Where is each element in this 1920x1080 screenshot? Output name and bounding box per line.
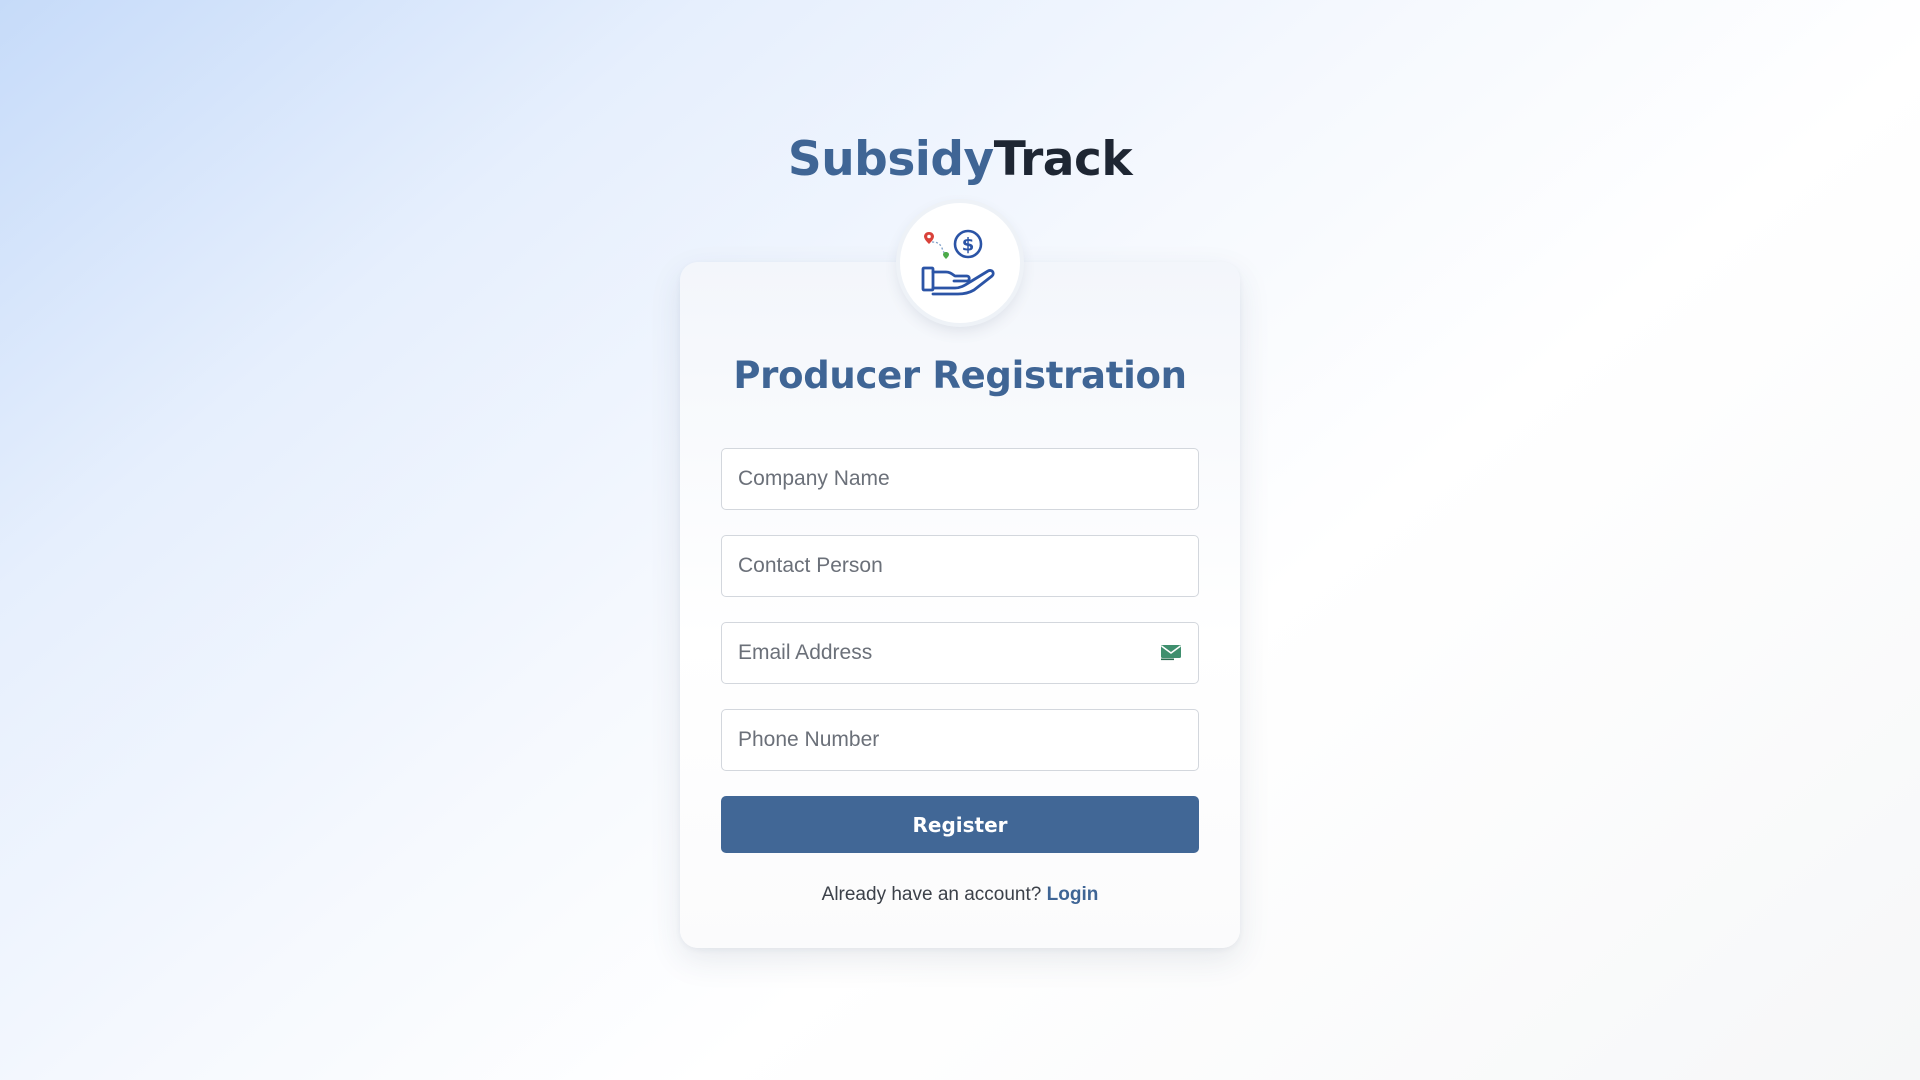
brand-name-part1: Subsidy (787, 132, 994, 187)
login-prompt-row: Already have an account? Login (680, 880, 1240, 910)
email-icon (1161, 645, 1181, 661)
hand-holding-dollar-icon: $ (921, 229, 995, 296)
login-link[interactable]: Login (1047, 884, 1099, 905)
email-address-input[interactable] (721, 622, 1199, 684)
page-title: Producer Registration (733, 354, 1187, 397)
register-button[interactable]: Register (721, 796, 1199, 853)
brand-logo-text: SubsidyTrack (0, 128, 1920, 192)
brand-name-part2: Track (993, 132, 1133, 187)
login-prompt-text: Already have an account? (821, 884, 1042, 905)
logo-badge: $ (900, 203, 1020, 323)
contact-person-input[interactable] (721, 535, 1199, 597)
company-name-input[interactable] (721, 448, 1199, 510)
svg-text:$: $ (962, 235, 975, 256)
phone-number-input[interactable] (721, 709, 1199, 771)
